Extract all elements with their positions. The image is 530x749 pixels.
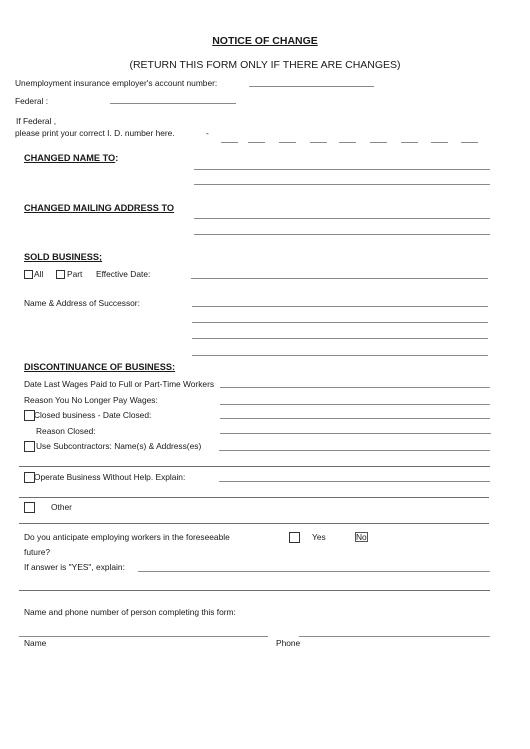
id-digit-field[interactable] — [248, 142, 265, 143]
federal-field[interactable] — [110, 103, 236, 104]
without-help-field[interactable] — [219, 481, 490, 482]
other-label: Other — [51, 502, 72, 512]
contact-prompt: Name and phone number of person completi… — [24, 607, 236, 617]
id-digit-field[interactable] — [310, 142, 327, 143]
reason-closed-label: Reason Closed: — [36, 426, 96, 436]
form-title: NOTICE OF CHANGE — [212, 35, 318, 47]
changed-address-line-1[interactable] — [194, 218, 490, 219]
no-wages-label: Reason You No Longer Pay Wages: — [24, 395, 158, 405]
sold-all-checkbox[interactable] — [24, 270, 33, 279]
discontinuance-heading-text: DISCONTINUANCE OF BUSINESS — [24, 362, 173, 372]
subcontractors-field[interactable] — [219, 450, 490, 451]
other-checkbox[interactable] — [24, 502, 35, 513]
discontinuance-heading-suffix: : — [172, 362, 176, 372]
federal-label: Federal : — [15, 96, 49, 106]
id-digit-field[interactable] — [370, 142, 387, 143]
sold-business-heading-suffix: ; — [99, 252, 103, 262]
subcontractors-line-2[interactable] — [19, 466, 490, 467]
discontinuance-heading: DISCONTINUANCE OF BUSINESS: — [24, 362, 175, 373]
reason-closed-field[interactable] — [220, 433, 491, 434]
last-wages-label: Date Last Wages Paid to Full or Part-Tim… — [24, 379, 215, 389]
name-label: Name — [24, 638, 47, 648]
changed-name-heading-text: CHANGED NAME TO — [24, 153, 116, 163]
future-question-line-1: Do you anticipate employing workers in t… — [24, 532, 230, 542]
id-digit-field[interactable] — [431, 142, 448, 143]
changed-name-line-1[interactable] — [194, 169, 490, 170]
effective-date-label: Effective Date: — [96, 269, 151, 279]
successor-label: Name & Address of Successor: — [24, 298, 140, 308]
sold-part-label: Part — [67, 269, 83, 279]
closed-business-label: Closed business - Date Closed: — [34, 410, 152, 420]
changed-address-line-2[interactable] — [194, 234, 490, 235]
id-digit-field[interactable] — [401, 142, 418, 143]
changed-name-heading-suffix: : — [115, 153, 119, 163]
id-digit-field[interactable] — [221, 142, 238, 143]
without-help-line-2[interactable] — [19, 497, 489, 498]
id-digit-field[interactable] — [461, 142, 478, 143]
explain-line-2[interactable] — [19, 590, 490, 591]
id-dash: - — [206, 128, 209, 138]
subcontractors-checkbox[interactable] — [24, 441, 35, 452]
form-subtitle: (RETURN THIS FORM ONLY IF THERE ARE CHAN… — [129, 59, 401, 71]
explain-field[interactable] — [138, 571, 490, 572]
yes-checkbox[interactable] — [289, 532, 300, 543]
id-digit-field[interactable] — [339, 142, 356, 143]
successor-line-3[interactable] — [192, 338, 488, 339]
if-federal-label: If Federal , — [16, 116, 57, 126]
name-field[interactable] — [19, 636, 268, 637]
sold-business-heading-text: SOLD BUSINESS — [24, 252, 100, 262]
ui-account-field[interactable] — [249, 86, 374, 87]
print-id-label: please print your correct I. D. number h… — [15, 128, 175, 138]
no-wages-field[interactable] — [220, 404, 490, 405]
closed-date-field[interactable] — [220, 418, 490, 419]
subcontractors-label: Use Subcontractors: Name(s) & Address(es… — [36, 441, 202, 451]
sold-business-heading: SOLD BUSINESS; — [24, 252, 102, 263]
no-option[interactable]: No — [355, 532, 368, 542]
successor-line-1[interactable] — [192, 306, 488, 307]
effective-date-field[interactable] — [191, 278, 488, 279]
sold-all-label: All — [34, 269, 44, 279]
other-line[interactable] — [19, 523, 489, 524]
changed-name-line-2[interactable] — [194, 184, 490, 185]
yes-label: Yes — [312, 532, 326, 542]
last-wages-field[interactable] — [220, 387, 490, 388]
without-help-label: Operate Business Without Help. Explain: — [34, 472, 186, 482]
phone-field[interactable] — [299, 636, 490, 637]
phone-label: Phone — [276, 638, 301, 648]
id-digit-field[interactable] — [279, 142, 296, 143]
ui-account-label: Unemployment insurance employer's accoun… — [15, 78, 218, 88]
sold-part-checkbox[interactable] — [56, 270, 65, 279]
explain-label: If answer is "YES", explain: — [24, 562, 125, 572]
changed-name-heading: CHANGED NAME TO: — [24, 153, 118, 164]
future-question-line-2: future? — [24, 547, 51, 557]
successor-line-4[interactable] — [192, 355, 488, 356]
changed-address-heading: CHANGED MAILING ADDRESS TO — [24, 203, 175, 213]
successor-line-2[interactable] — [192, 322, 488, 323]
